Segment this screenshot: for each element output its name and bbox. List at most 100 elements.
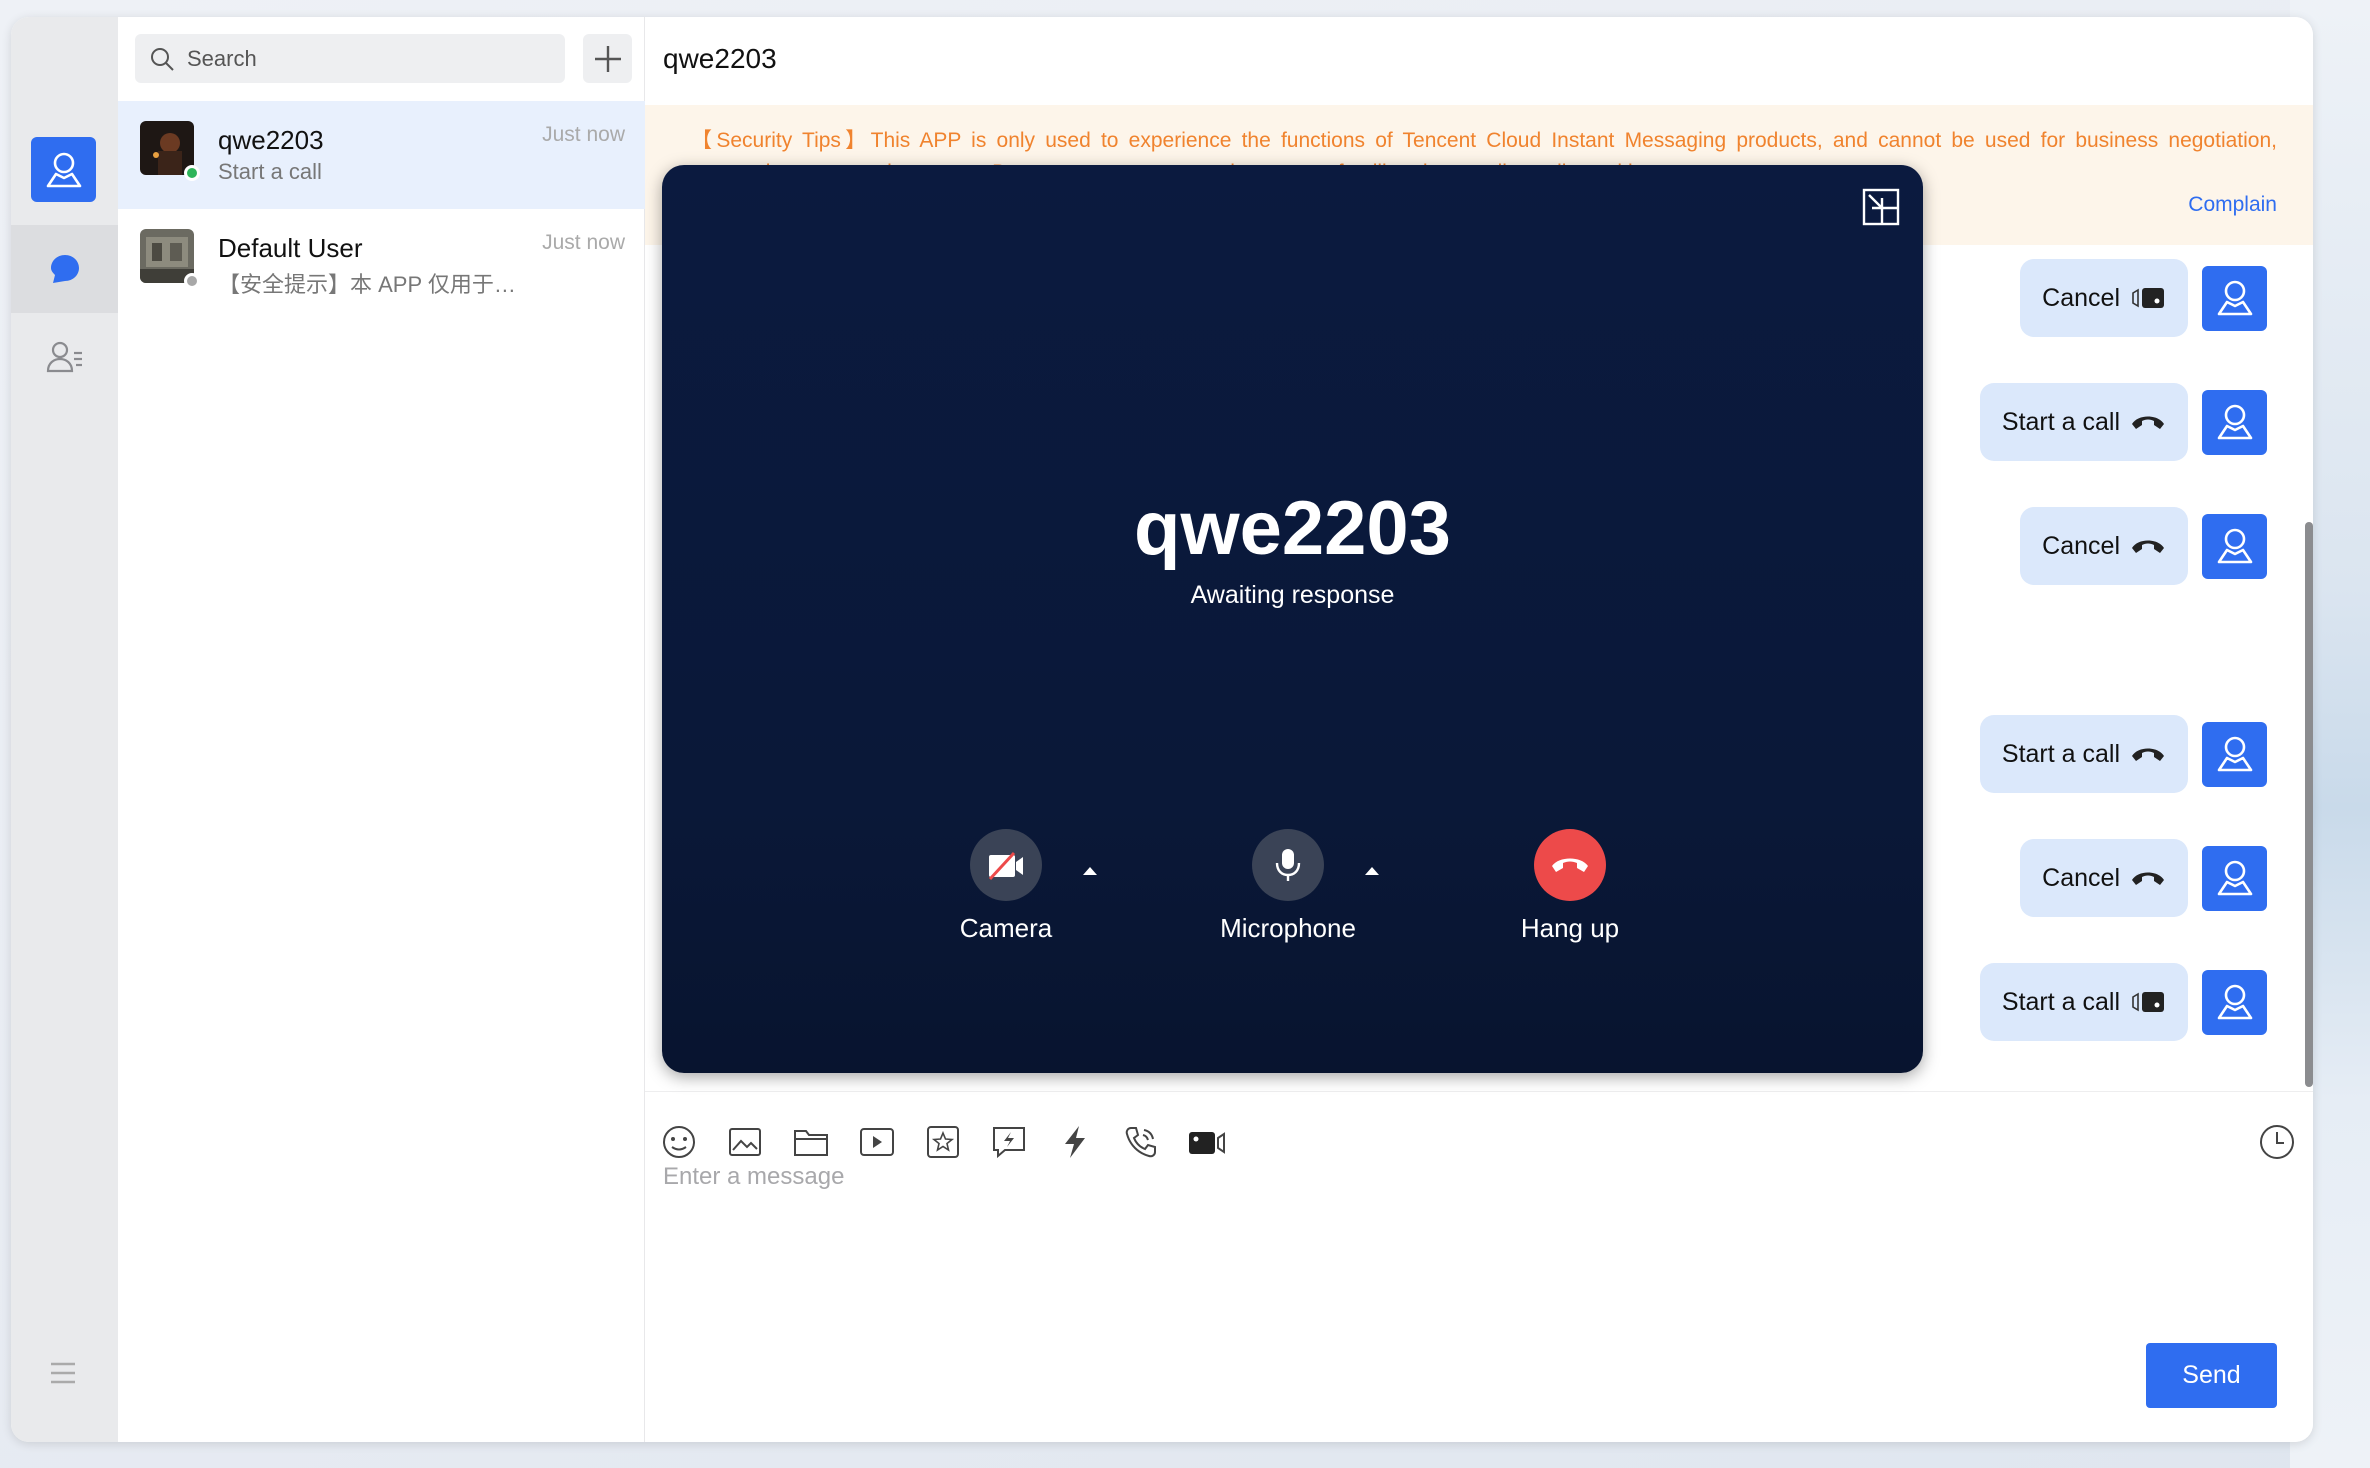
quick-reply-button[interactable] bbox=[989, 1122, 1029, 1162]
call-dialog: qwe2203 Awaiting response Camera Microph… bbox=[662, 165, 1923, 1073]
hang-up-button[interactable] bbox=[1534, 829, 1606, 901]
video-button[interactable] bbox=[857, 1122, 897, 1162]
video-icon bbox=[860, 1128, 894, 1156]
user-icon bbox=[2217, 404, 2252, 440]
hangup-control: Hang up bbox=[1470, 829, 1670, 944]
sender-avatar[interactable] bbox=[2202, 265, 2267, 331]
conversation-name: Default User bbox=[218, 233, 363, 263]
send-button[interactable]: Send bbox=[2146, 1343, 2277, 1408]
conversation-time: Just now bbox=[542, 231, 625, 254]
video-call-icon bbox=[2132, 288, 2164, 308]
online-status-dot bbox=[184, 165, 200, 181]
sender-avatar[interactable] bbox=[2202, 845, 2267, 911]
message-row: Cancel bbox=[2020, 839, 2267, 917]
user-icon bbox=[46, 152, 81, 187]
history-button[interactable] bbox=[2257, 1122, 2297, 1162]
flash-button[interactable] bbox=[1055, 1122, 1095, 1162]
video-call-button[interactable] bbox=[1187, 1122, 1227, 1162]
call-message-bubble[interactable]: Cancel bbox=[2020, 507, 2188, 585]
sender-avatar[interactable] bbox=[2202, 513, 2267, 579]
user-icon bbox=[2217, 984, 2252, 1020]
call-message-bubble[interactable]: Start a call bbox=[1979, 715, 2188, 793]
message-text: Cancel bbox=[2042, 531, 2120, 560]
nav-rail bbox=[11, 17, 118, 1442]
camera-toggle-button[interactable] bbox=[970, 829, 1042, 901]
file-button[interactable] bbox=[791, 1122, 831, 1162]
camera-control: Camera bbox=[906, 829, 1106, 944]
message-text: Start a call bbox=[2001, 987, 2120, 1016]
user-icon bbox=[2217, 280, 2252, 316]
message-text: Start a call bbox=[2001, 407, 2120, 436]
camera-options-caret[interactable] bbox=[1083, 867, 1097, 875]
call-message-bubble[interactable]: Start a call bbox=[1979, 963, 2188, 1041]
plus-icon bbox=[594, 45, 621, 72]
phone-call-icon bbox=[2132, 872, 2164, 885]
emoji-icon bbox=[663, 1126, 695, 1158]
contacts-icon bbox=[46, 341, 82, 373]
user-icon bbox=[2217, 736, 2252, 772]
voice-call-button[interactable] bbox=[1121, 1122, 1161, 1162]
phone-call-icon bbox=[2132, 416, 2164, 429]
chat-title: qwe2203 bbox=[663, 43, 777, 74]
microphone-toggle-button[interactable] bbox=[1252, 829, 1324, 901]
hang-up-label: Hang up bbox=[1520, 913, 1620, 943]
add-conversation-button[interactable] bbox=[583, 34, 632, 83]
conversation-time: Just now bbox=[542, 123, 625, 146]
call-status: Awaiting response bbox=[1190, 581, 1395, 609]
conversation-list: Search qwe2203 Start a call Just now Def… bbox=[118, 17, 645, 1442]
composer-toolbar bbox=[645, 1091, 2313, 1191]
nav-chats[interactable] bbox=[11, 225, 118, 313]
conversation-item[interactable]: Default User 【安全提示】本 APP 仅用于… Just now bbox=[118, 209, 645, 317]
offline-status-dot bbox=[184, 273, 200, 289]
conversation-item[interactable]: qwe2203 Start a call Just now bbox=[118, 101, 645, 209]
phone-call-icon bbox=[2132, 540, 2164, 553]
sender-avatar[interactable] bbox=[2202, 389, 2267, 455]
message-text: Cancel bbox=[2042, 283, 2120, 312]
message-text: Start a call bbox=[2001, 739, 2120, 768]
microphone-options-caret[interactable] bbox=[1365, 867, 1379, 875]
complain-link[interactable]: Complain bbox=[2188, 189, 2277, 221]
search-placeholder: Search bbox=[187, 45, 257, 71]
clock-icon bbox=[2260, 1125, 2294, 1159]
message-row: Start a call bbox=[1979, 383, 2267, 461]
image-button[interactable] bbox=[725, 1122, 765, 1162]
user-icon bbox=[2217, 860, 2252, 896]
nav-contacts[interactable] bbox=[11, 313, 118, 401]
microphone-label: Microphone bbox=[1220, 913, 1356, 943]
call-message-bubble[interactable]: Start a call bbox=[1979, 383, 2188, 461]
search-icon bbox=[151, 47, 174, 71]
app-window: Search qwe2203 Start a call Just now Def… bbox=[11, 17, 2313, 1442]
user-icon bbox=[2217, 528, 2252, 564]
message-row: Cancel bbox=[2020, 259, 2267, 337]
video-call-icon bbox=[2132, 992, 2164, 1012]
conversation-preview: 【安全提示】本 APP 仅用于… bbox=[218, 272, 516, 297]
message-scrollbar[interactable] bbox=[2305, 522, 2313, 1087]
menu-button[interactable] bbox=[49, 1361, 77, 1390]
user-avatar[interactable] bbox=[31, 137, 96, 202]
search-input[interactable]: Search bbox=[135, 34, 565, 83]
sender-avatar[interactable] bbox=[2202, 969, 2267, 1035]
message-row: Start a call bbox=[1979, 715, 2267, 793]
emoji-button[interactable] bbox=[659, 1122, 699, 1162]
message-text: Cancel bbox=[2042, 863, 2120, 892]
camera-label: Camera bbox=[959, 913, 1053, 943]
call-message-bubble[interactable]: Cancel bbox=[2020, 259, 2188, 337]
chat-bubble-icon bbox=[50, 255, 79, 283]
hang-up-icon bbox=[1552, 858, 1588, 872]
microphone-control: Microphone bbox=[1188, 829, 1388, 944]
minimize-call-button[interactable] bbox=[1861, 187, 1901, 227]
message-input[interactable]: Enter a message bbox=[663, 1163, 844, 1191]
quick-reply-icon bbox=[993, 1127, 1025, 1159]
message-row: Start a call bbox=[1979, 963, 2267, 1041]
star-icon bbox=[927, 1126, 959, 1158]
sender-avatar[interactable] bbox=[2202, 721, 2267, 787]
folder-icon bbox=[794, 1130, 828, 1156]
phone-call-icon bbox=[2132, 748, 2164, 761]
favorite-button[interactable] bbox=[923, 1122, 963, 1162]
call-message-bubble[interactable]: Cancel bbox=[2020, 839, 2188, 917]
minimize-icon bbox=[1862, 188, 1900, 226]
voice-call-icon bbox=[1125, 1127, 1156, 1158]
conversation-preview: Start a call bbox=[218, 159, 322, 184]
microphone-icon bbox=[1275, 849, 1301, 881]
image-icon bbox=[729, 1128, 761, 1156]
